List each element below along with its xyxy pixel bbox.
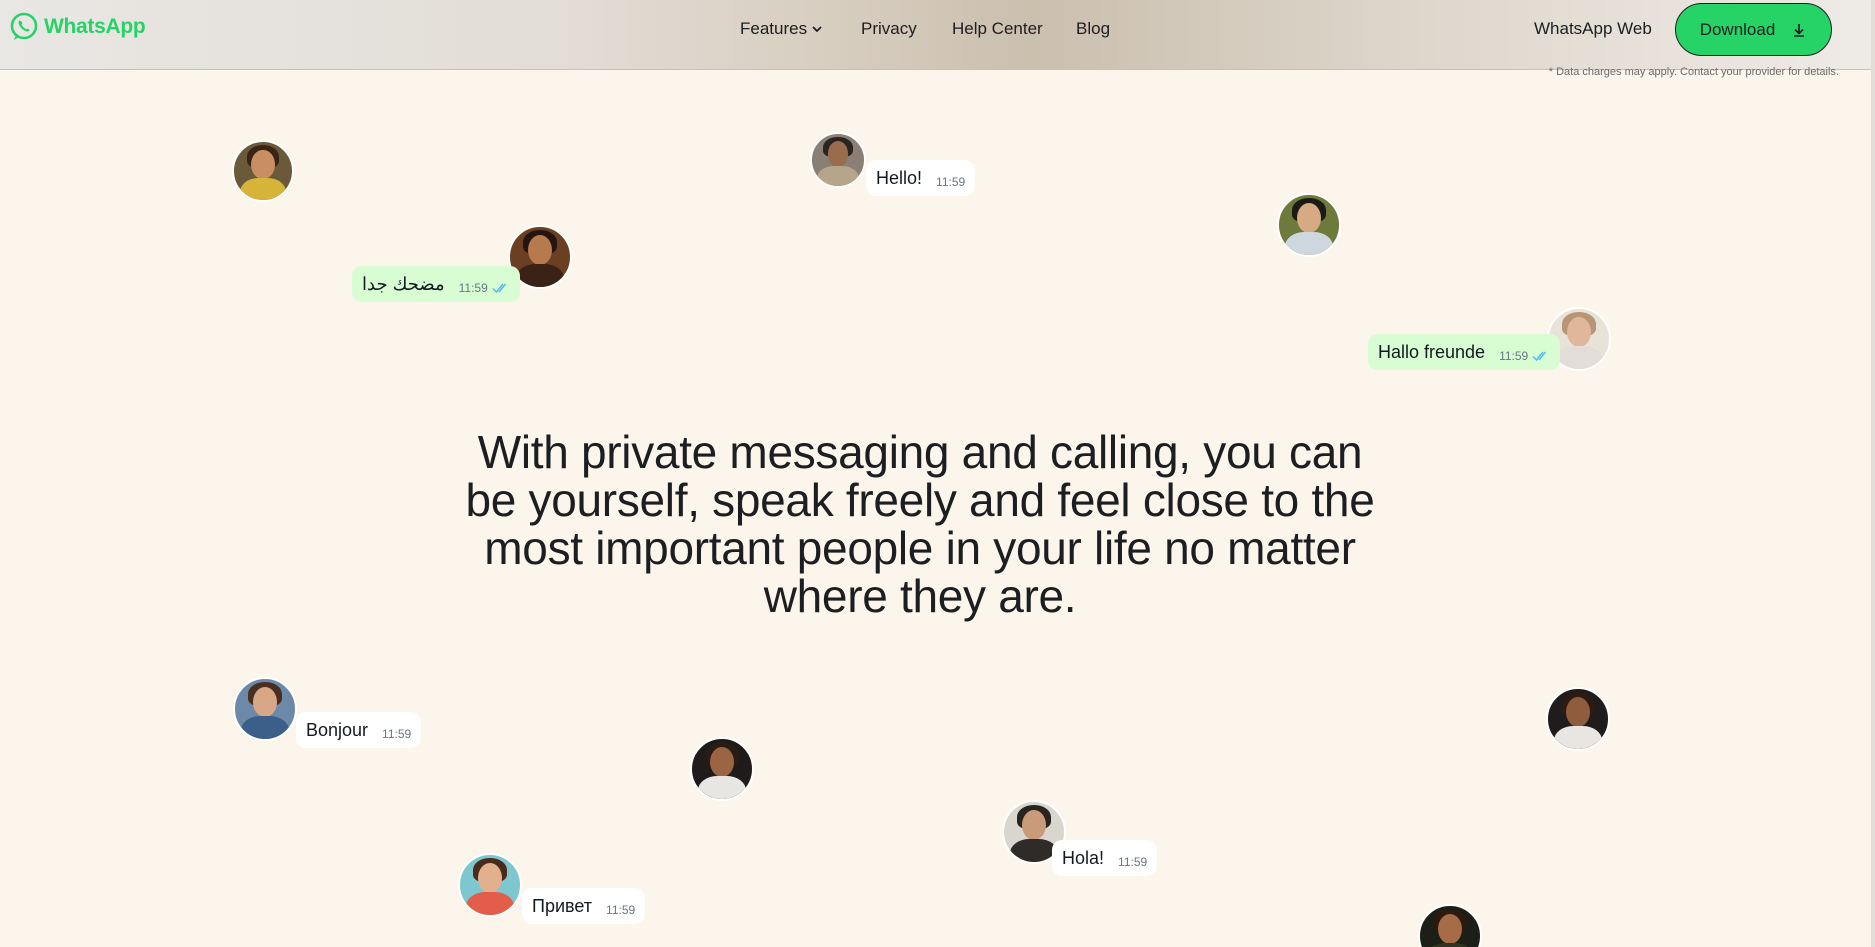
avatar bbox=[1418, 904, 1482, 947]
avatar bbox=[233, 677, 297, 741]
download-button-label: Download bbox=[1699, 19, 1776, 39]
chevron-down-icon bbox=[812, 26, 822, 33]
message-time: 11:59 bbox=[936, 175, 966, 189]
chat-bubble-privet: Привет 11:59 bbox=[522, 888, 646, 924]
avatar bbox=[1546, 687, 1610, 751]
site-header: WhatsApp Features Privacy Help Center Bl… bbox=[0, 0, 1875, 70]
nav-blog[interactable]: Blog bbox=[1076, 19, 1110, 39]
chat-bubble-bonjour: Bonjour 11:59 bbox=[296, 712, 422, 748]
scrollbar-track[interactable] bbox=[1871, 0, 1875, 947]
chat-bubble-hola: Hola! 11:59 bbox=[1052, 840, 1158, 876]
nav-features-label: Features bbox=[740, 19, 808, 38]
message-time: 11:59 bbox=[458, 281, 488, 295]
chat-bubble-hello: Hello! 11:59 bbox=[866, 160, 976, 196]
message-text: Hello! bbox=[876, 168, 923, 188]
chat-bubble-arabic: مضحك جدا 11:59 bbox=[352, 266, 520, 302]
avatar bbox=[1277, 193, 1341, 257]
read-ticks-icon bbox=[1532, 351, 1547, 362]
data-charges-disclaimer: * Data charges may apply. Contact your p… bbox=[1548, 66, 1839, 78]
download-icon bbox=[1794, 23, 1805, 37]
message-time: 11:59 bbox=[606, 903, 636, 917]
message-text: Hallo freunde bbox=[1378, 342, 1486, 362]
message-time: 11:59 bbox=[1499, 349, 1529, 363]
whatsapp-web-link[interactable]: WhatsApp Web bbox=[1534, 19, 1652, 39]
nav-privacy-label: Privacy bbox=[861, 19, 917, 38]
message-text: Привет bbox=[532, 896, 593, 916]
message-text: Hola! bbox=[1062, 848, 1105, 868]
message-text: مضحك جدا bbox=[362, 274, 445, 294]
avatar bbox=[810, 132, 866, 188]
message-text: Bonjour bbox=[306, 720, 369, 740]
message-time: 11:59 bbox=[382, 727, 412, 741]
avatar bbox=[458, 853, 522, 917]
chat-bubble-hallo: Hallo freunde 11:59 bbox=[1368, 334, 1561, 370]
avatar bbox=[232, 140, 294, 202]
nav-help-center-label: Help Center bbox=[952, 19, 1043, 38]
hero-heading: With private messaging and calling, you … bbox=[465, 426, 1375, 622]
download-button[interactable]: Download bbox=[1675, 3, 1832, 56]
nav-features[interactable]: Features bbox=[740, 19, 823, 39]
read-ticks-icon bbox=[492, 283, 506, 294]
nav-help-center[interactable]: Help Center bbox=[952, 19, 1043, 39]
avatar bbox=[690, 737, 754, 801]
message-time: 11:59 bbox=[1118, 855, 1148, 869]
nav-privacy[interactable]: Privacy bbox=[861, 19, 917, 39]
nav-blog-label: Blog bbox=[1076, 19, 1111, 38]
